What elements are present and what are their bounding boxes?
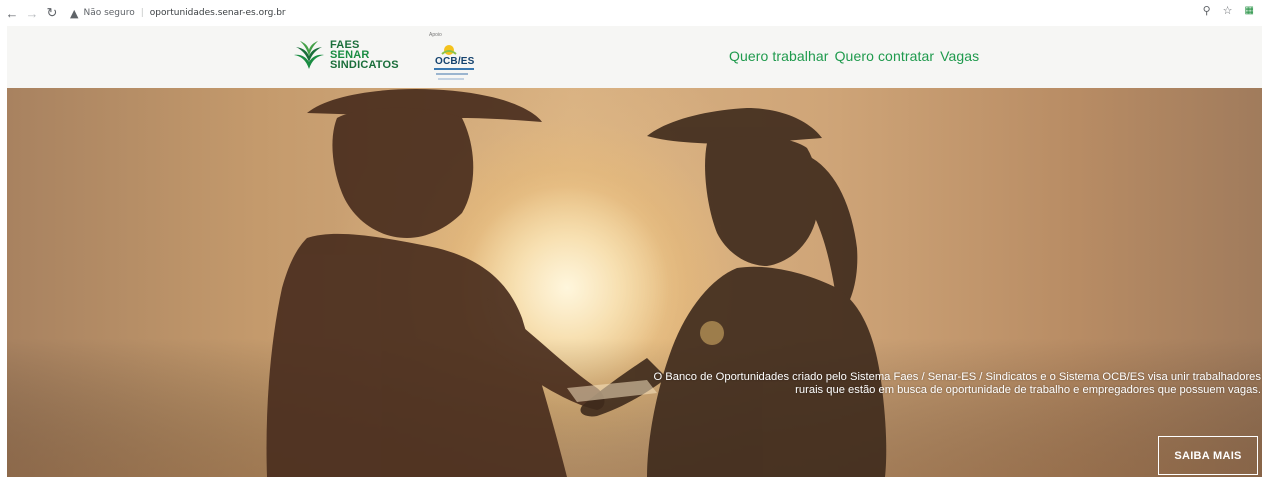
ocb-es-logo[interactable]: Apoio OCB/ES <box>427 32 481 84</box>
page: FAES SENAR SINDICATOS Apoio OCB/ES Quero… <box>7 26 1262 477</box>
faes-senar-logo[interactable]: FAES SENAR SINDICATOS <box>292 38 399 72</box>
url-text: oportunidades.senar-es.org.br <box>149 8 286 18</box>
zoom-icon[interactable]: ⚲ <box>1203 4 1211 17</box>
nav-vagas[interactable]: Vagas <box>940 48 979 64</box>
hero-description: O Banco de Oportunidades criado pelo Sis… <box>653 371 1261 396</box>
main-nav: Quero trabalhar Quero contratar Vagas <box>729 48 979 64</box>
star-icon[interactable]: ☆ <box>1223 4 1233 17</box>
security-label: Não seguro <box>83 8 135 18</box>
hero-photo <box>7 88 1262 477</box>
ocb-logo-name: OCB/ES <box>435 56 475 67</box>
nav-quero-contratar[interactable]: Quero contratar <box>835 48 935 64</box>
ocb-logo-stripe <box>434 68 474 70</box>
reload-icon[interactable]: ↻ <box>42 3 62 23</box>
ocb-apoio-label: Apoio <box>429 32 442 38</box>
ocb-logo-stripe <box>436 73 468 75</box>
hero-banner: O Banco de Oportunidades criado pelo Sis… <box>7 88 1262 477</box>
saiba-mais-button[interactable]: SAIBA MAIS <box>1158 436 1258 475</box>
browser-toolbar: ← → ↻ ▲ Não seguro | oportunidades.senar… <box>0 0 1262 26</box>
nav-quero-trabalhar[interactable]: Quero trabalhar <box>729 48 829 64</box>
sun-icon <box>441 45 457 55</box>
ocb-logo-stripe <box>438 78 464 80</box>
site-header: FAES SENAR SINDICATOS Apoio OCB/ES Quero… <box>7 26 1262 88</box>
wheat-leaf-icon <box>294 41 324 69</box>
extension-icon[interactable]: ▦ <box>1245 5 1254 16</box>
address-separator: | <box>140 8 144 18</box>
forward-arrow-icon[interactable]: → <box>22 3 42 23</box>
address-bar[interactable]: ▲ Não seguro | oportunidades.senar-es.or… <box>70 7 286 20</box>
faes-logo-line3: SINDICATOS <box>330 59 399 71</box>
back-arrow-icon[interactable]: ← <box>2 3 22 23</box>
warning-icon: ▲ <box>70 6 79 20</box>
